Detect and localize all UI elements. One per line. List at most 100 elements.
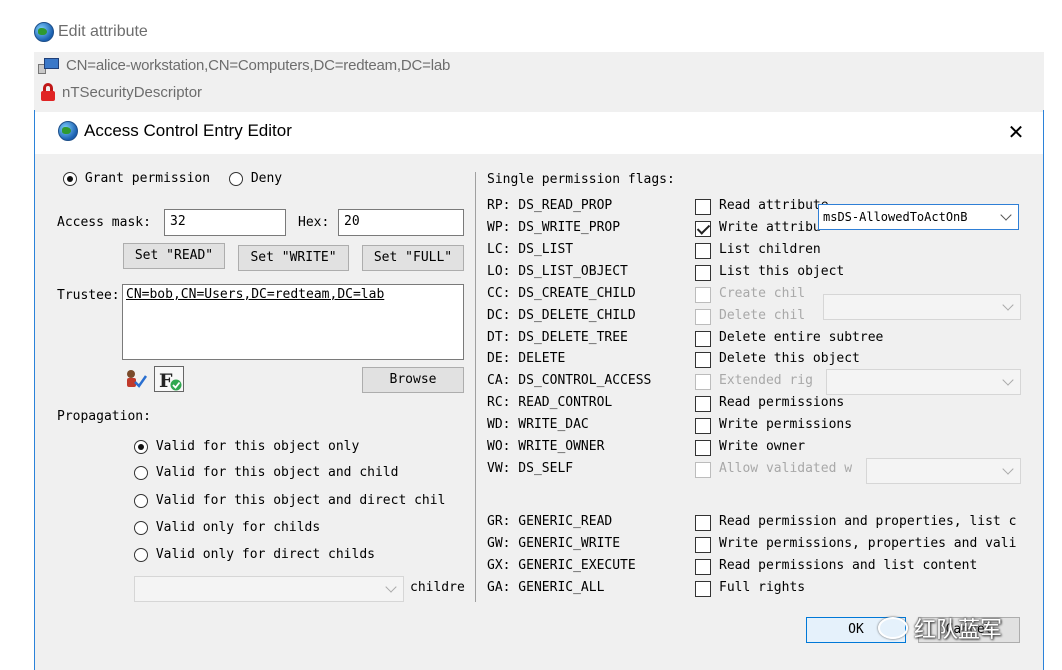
watermark-text: 红队蓝军: [914, 618, 1003, 643]
chevron-down-icon: [1002, 375, 1014, 387]
generic-flag-checkbox[interactable]: [695, 581, 711, 597]
generic-flag-code: GR: GENERIC_READ: [487, 514, 613, 529]
grant-label: Grant permission: [84, 171, 211, 186]
generic-flag-code: GW: GENERIC_WRITE: [487, 536, 621, 551]
attribute-dropdown[interactable]: msDS-AllowedToActOnB: [818, 204, 1019, 230]
flag-code: WO: WRITE_OWNER: [487, 439, 605, 454]
propagation-radio[interactable]: [134, 520, 148, 535]
deny-radio[interactable]: Deny: [229, 171, 282, 186]
flag-checkbox[interactable]: [695, 243, 711, 259]
grant-radio[interactable]: Grant permission: [63, 171, 210, 186]
propagation-option-label: Valid for this object and direct chil: [155, 493, 446, 508]
attribute-name: nTSecurityDescriptor: [62, 83, 203, 101]
flag-code: CC: DS_CREATE_CHILD: [487, 286, 636, 301]
flag-description: Read permissions: [719, 395, 845, 410]
single-flags-label: Single permission flags:: [487, 172, 675, 187]
generic-flag-checkbox[interactable]: [695, 515, 711, 531]
chevron-down-icon: [1002, 300, 1014, 312]
flag-description: Create chil: [719, 286, 806, 301]
dialog-title-text: Access Control Entry Editor: [84, 121, 292, 140]
access-mask-label: Access mask:: [57, 215, 151, 230]
close-button[interactable]: ✕: [1004, 120, 1028, 144]
object-dn: CN=alice-workstation,CN=Computers,DC=red…: [66, 57, 451, 74]
flag-checkbox[interactable]: [695, 440, 711, 456]
flag-description: Allow validated w: [719, 461, 853, 476]
trustee-input[interactable]: CN=bob,CN=Users,DC=redteam,DC=lab: [122, 284, 464, 360]
user-check-icon[interactable]: [124, 368, 148, 390]
propagation-radio[interactable]: [134, 439, 148, 454]
flag-code: DT: DS_DELETE_TREE: [487, 330, 628, 345]
panel-separator: [475, 172, 476, 602]
flag-checkbox[interactable]: [695, 199, 711, 215]
flag-code: WP: DS_WRITE_PROP: [487, 220, 621, 235]
propagation-option[interactable]: Valid only for childs: [134, 520, 320, 535]
flag-checkbox[interactable]: [695, 462, 711, 478]
flag-checkbox[interactable]: [695, 396, 711, 412]
deny-label: Deny: [250, 171, 283, 186]
flag-description: Delete this object: [719, 351, 860, 366]
globe-icon: [34, 22, 54, 42]
security-principal-icon[interactable]: F: [154, 366, 184, 392]
generic-flag-checkbox[interactable]: [695, 559, 711, 575]
browse-button[interactable]: Browse: [362, 367, 464, 393]
flag-code: DE: DELETE: [487, 351, 566, 366]
chevron-down-icon: [1000, 210, 1012, 222]
extended-right-dropdown[interactable]: [826, 369, 1021, 395]
child-class-dropdown[interactable]: [823, 294, 1021, 320]
hex-input[interactable]: 20: [338, 209, 464, 236]
lock-icon: [40, 83, 56, 101]
deny-radio-dot[interactable]: [229, 171, 243, 186]
chevron-down-icon: [385, 582, 397, 594]
generic-flag-checkbox[interactable]: [695, 537, 711, 553]
flag-code: LC: DS_LIST: [487, 242, 574, 257]
propagation-option[interactable]: Valid for this object and direct chil: [134, 493, 466, 508]
propagation-option-label: Valid only for direct childs: [155, 547, 375, 562]
propagation-label: Propagation:: [57, 409, 151, 424]
globe-icon: [58, 121, 78, 141]
generic-flag-description: Read permissions and list content: [719, 558, 978, 573]
object-dn-row: CN=alice-workstation,CN=Computers,DC=red…: [38, 57, 450, 74]
propagation-option-label: Valid for this object only: [155, 439, 360, 454]
propagation-option[interactable]: Valid only for direct childs: [134, 547, 375, 562]
flag-checkbox[interactable]: [695, 221, 711, 237]
flag-description: Delete chil: [719, 308, 806, 323]
flag-checkbox[interactable]: [695, 352, 711, 368]
validated-write-dropdown[interactable]: [866, 458, 1021, 484]
computer-icon: [38, 57, 60, 74]
propagation-option[interactable]: Valid for this object and child: [134, 465, 398, 480]
chevron-down-icon: [1002, 464, 1014, 476]
flag-checkbox[interactable]: [695, 287, 711, 303]
set-full-button[interactable]: Set "FULL": [362, 245, 464, 271]
flag-code: RC: READ_CONTROL: [487, 395, 613, 410]
generic-flag-code: GA: GENERIC_ALL: [487, 580, 605, 595]
propagation-radio[interactable]: [134, 547, 148, 562]
flag-code: CA: DS_CONTROL_ACCESS: [487, 373, 652, 388]
access-mask-input[interactable]: 32: [164, 209, 286, 236]
set-read-button[interactable]: Set "READ": [123, 243, 225, 269]
propagation-radio[interactable]: [134, 493, 148, 508]
trustee-value: CN=bob,CN=Users,DC=redteam,DC=lab: [126, 287, 385, 302]
children-suffix-label: childre: [410, 580, 465, 595]
flag-checkbox[interactable]: [695, 374, 711, 390]
watermark: 红队蓝军: [878, 612, 1002, 644]
generic-flag-code: GX: GENERIC_EXECUTE: [487, 558, 636, 573]
flag-code: VW: DS_SELF: [487, 461, 574, 476]
flag-checkbox[interactable]: [695, 309, 711, 325]
children-depth-dropdown[interactable]: [134, 576, 404, 602]
generic-flag-description: Full rights: [719, 580, 806, 595]
flag-code: WD: WRITE_DAC: [487, 417, 589, 432]
propagation-radio[interactable]: [134, 465, 148, 480]
flag-checkbox[interactable]: [695, 265, 711, 281]
svg-text:F: F: [159, 370, 173, 392]
flag-code: DC: DS_DELETE_CHILD: [487, 308, 636, 323]
flag-description: Write attribu: [719, 220, 821, 235]
attribute-name-row: nTSecurityDescriptor: [40, 83, 202, 101]
attribute-dropdown-value: msDS-AllowedToActOnB: [823, 210, 968, 224]
set-write-button[interactable]: Set "WRITE": [238, 245, 349, 271]
flag-checkbox[interactable]: [695, 331, 711, 347]
grant-radio-dot[interactable]: [63, 171, 77, 186]
dialog-title: Access Control Entry Editor: [58, 121, 292, 141]
propagation-option-label: Valid for this object and child: [155, 465, 399, 480]
propagation-option[interactable]: Valid for this object only: [134, 439, 359, 454]
flag-checkbox[interactable]: [695, 418, 711, 434]
